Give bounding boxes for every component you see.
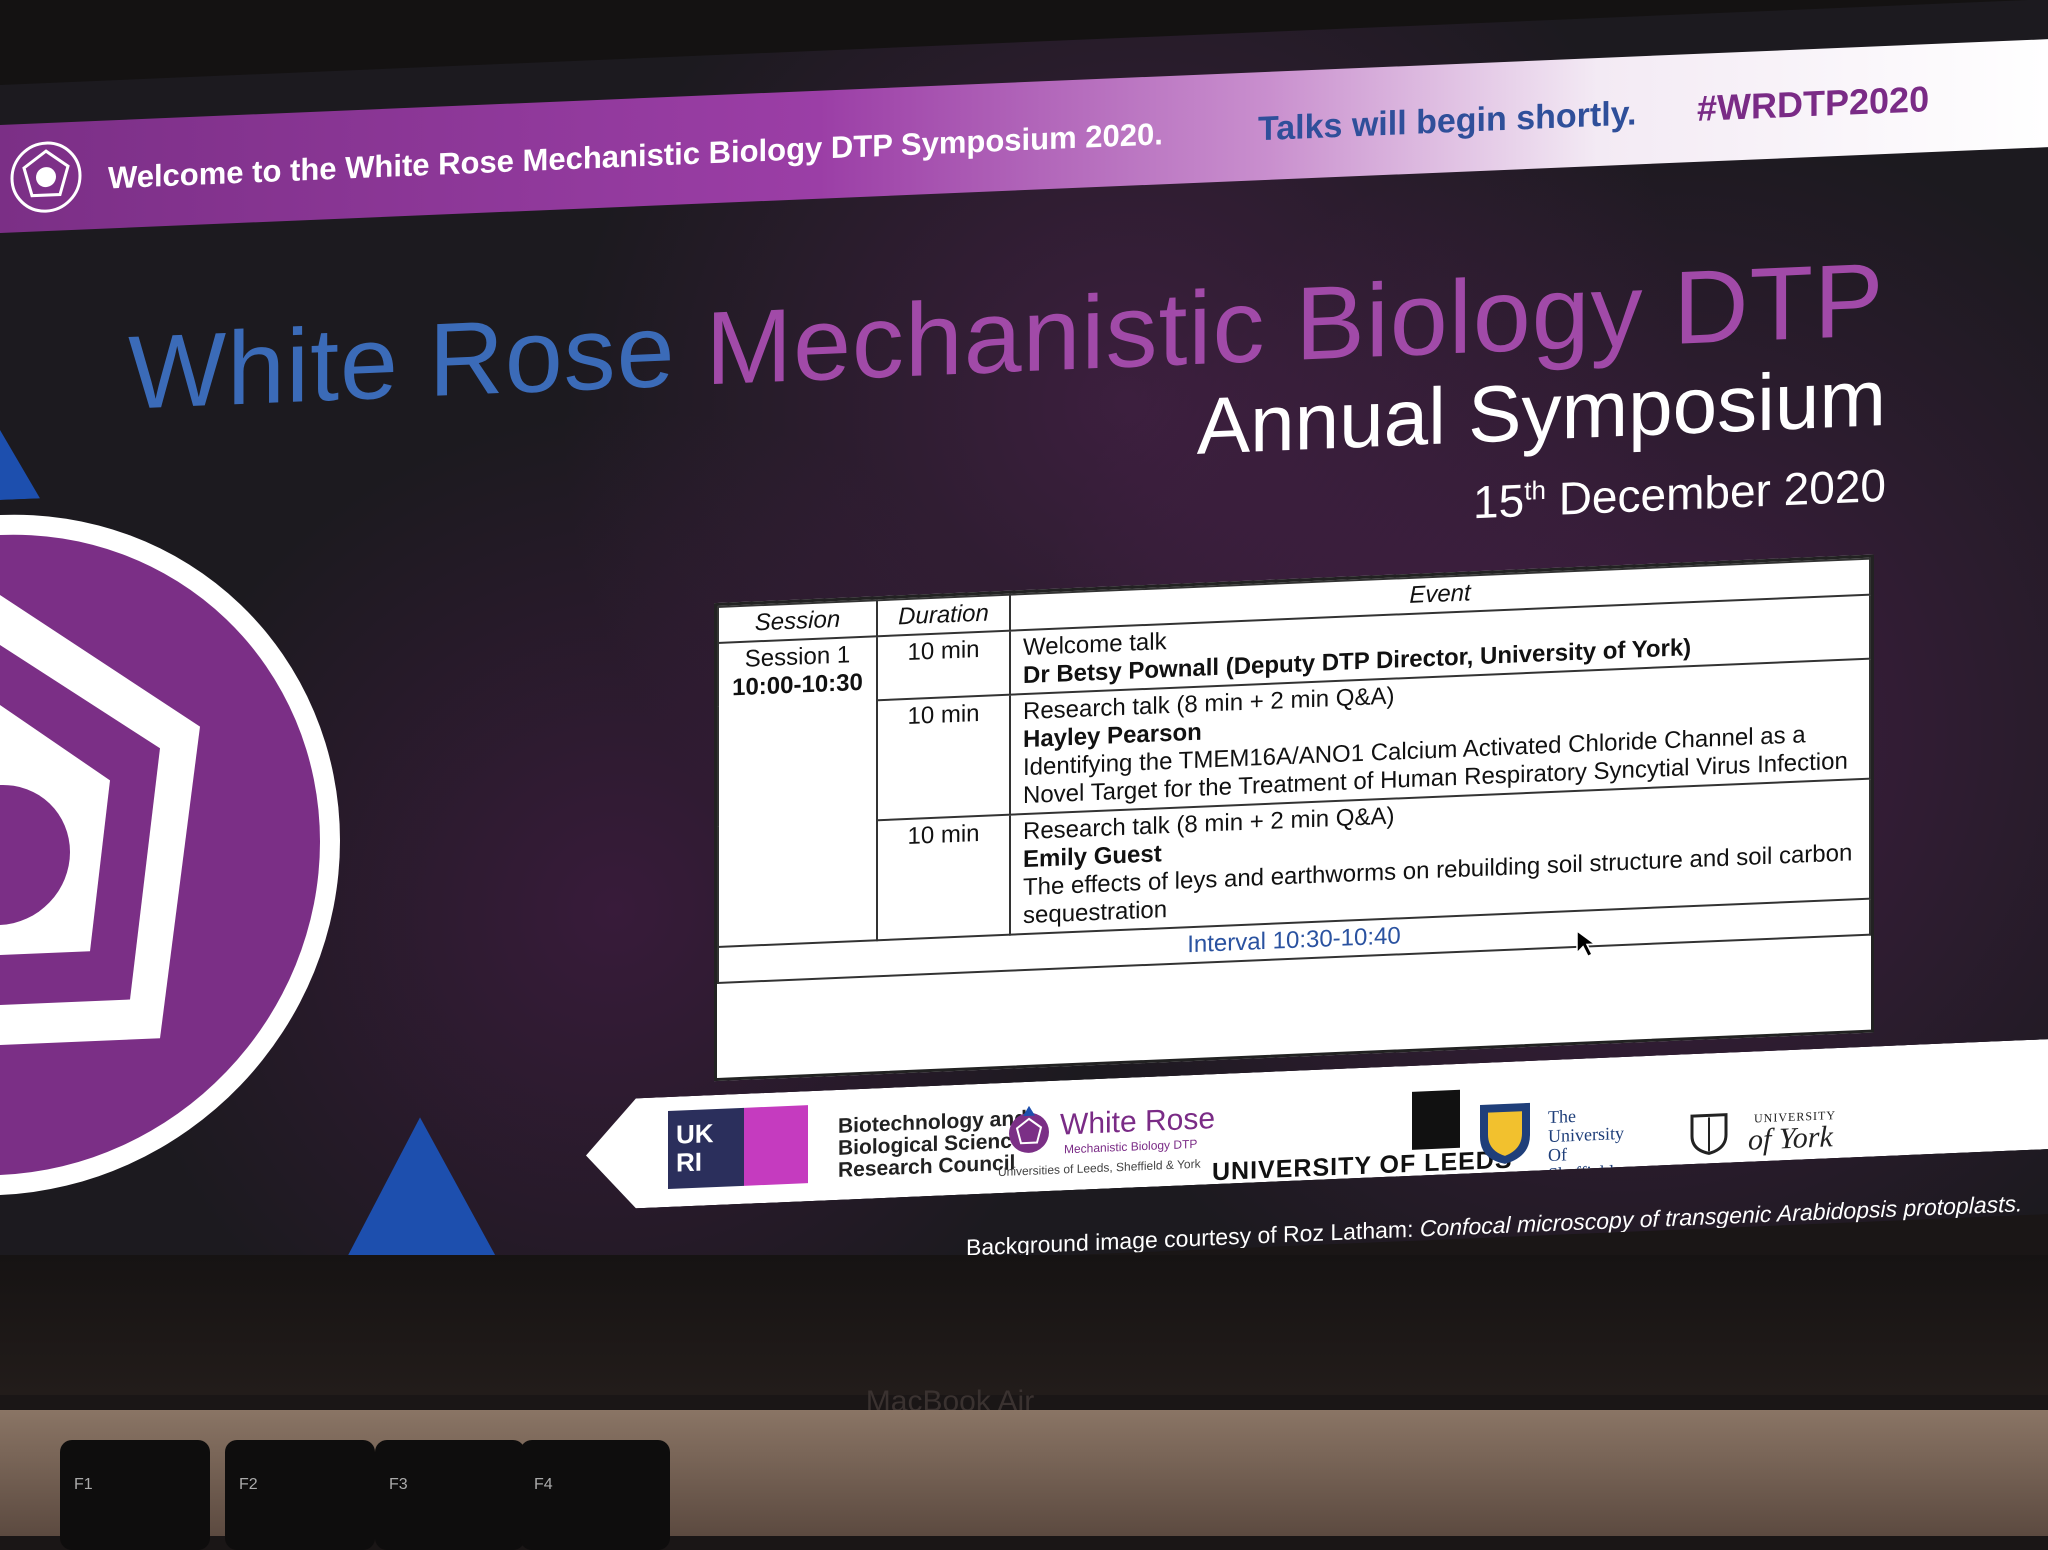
schedule-table: Session Duration Event Session 1 10:00-1… [714,554,1874,1082]
f1-key-label: F1 [74,1476,93,1493]
banner-welcome-text: Welcome to the White Rose Mechanistic Bi… [108,116,1163,196]
blue-triangle-bottom-icon [340,1117,500,1271]
york-logo-script-text: of York [1748,1120,1833,1157]
banner-hashtag: #WRDTP2020 [1697,78,1930,129]
title-white-rose: White Rose [128,292,676,432]
duration-cell: 10 min [877,694,1010,821]
symposium-date: 15th December 2020 [1473,458,1886,529]
sheffield-crest-icon [1476,1099,1534,1167]
sheffield-line: University [1548,1122,1624,1147]
white-rose-small-logo-icon [1004,1105,1054,1157]
duration-cell: 10 min [877,630,1010,701]
session-cell: Session 1 10:00-10:30 [718,636,877,947]
background-credit: Background image courtesy of Roz Latham:… [966,1190,2022,1261]
duration-cell: 10 min [877,814,1010,941]
ukri-logo-text: UK RI [676,1118,714,1178]
f4-key-label: F4 [534,1476,553,1493]
f3-key-label: F3 [389,1476,408,1493]
header-duration: Duration [877,594,1010,637]
mouse-cursor-icon [1576,929,1597,958]
sheffield-line: Sheffield. [1548,1161,1619,1185]
university-of-leeds-logo: UNIVERSITY OF LEEDS [1212,1145,1513,1187]
york-crest-icon [1686,1108,1732,1156]
credit-italic: Confocal microscopy of transgenic Arabid… [1419,1190,2023,1242]
date-day: 15 [1473,474,1525,529]
white-rose-logo-icon [10,141,82,213]
date-rest: December 2020 [1558,458,1886,525]
white-rose-emblem-icon [0,514,340,1196]
f2-key-label: F2 [239,1476,258,1493]
ukri-accent-block [744,1105,808,1186]
f1-key[interactable]: F1 [60,1440,210,1550]
university-of-sheffield-logo: The University Of Sheffield. [1548,1105,1624,1184]
session-time: 10:00-10:30 [732,668,863,702]
ukri-logo: UK RI [668,1108,744,1189]
laptop-bezel-bottom [0,1255,2048,1395]
f3-key[interactable]: F3 [375,1440,525,1550]
f2-key[interactable]: F2 [225,1440,375,1550]
f4-key[interactable]: F4 [520,1440,670,1550]
screen-slide: Welcome to the White Rose Mechanistic Bi… [0,0,2048,1301]
date-suffix: th [1524,474,1546,506]
credit-prefix: Background image courtesy of Roz Latham: [966,1215,1414,1261]
banner-talks-text: Talks will begin shortly. [1258,94,1637,149]
leeds-tower-icon [1412,1090,1460,1150]
